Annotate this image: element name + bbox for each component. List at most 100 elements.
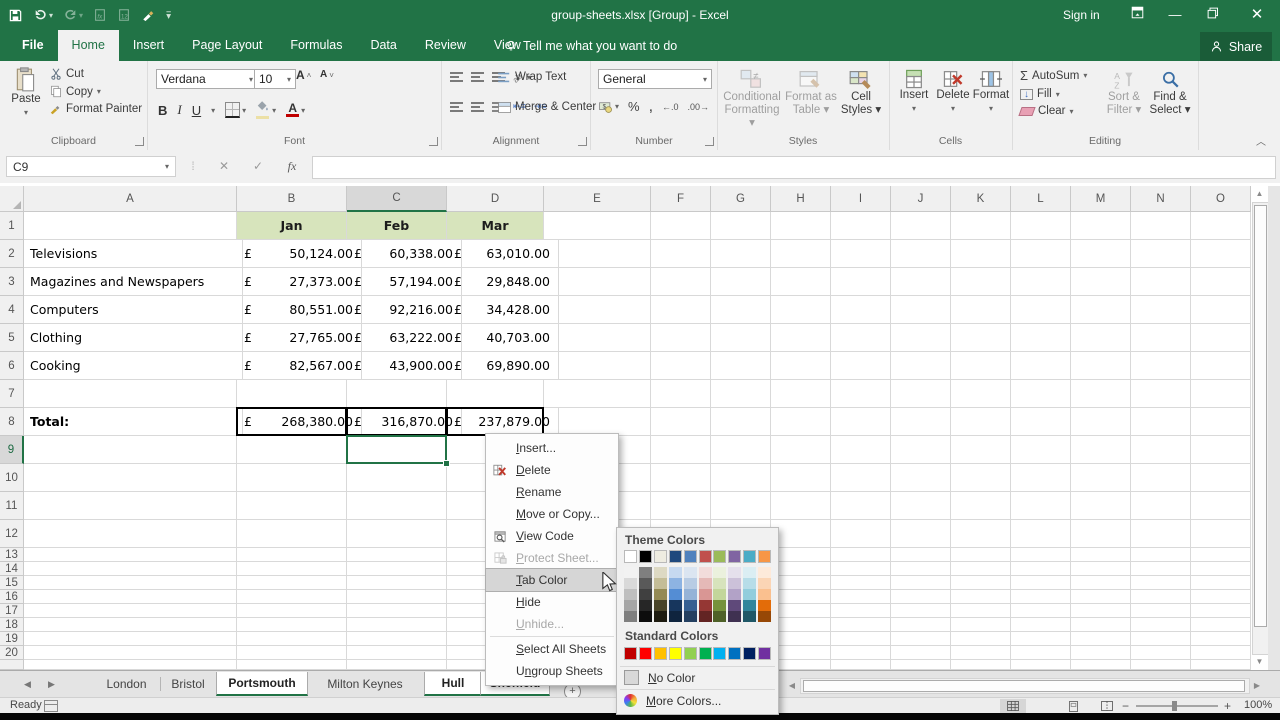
cell-B9[interactable]	[237, 436, 347, 464]
cell-N[interactable]	[1131, 660, 1191, 670]
cell-J14[interactable]	[891, 562, 951, 576]
cell-A13[interactable]	[24, 548, 237, 562]
cell-C1[interactable]: Feb	[347, 212, 447, 240]
increase-decimal-button[interactable]: ←.0	[662, 102, 679, 112]
cell-F8[interactable]	[651, 408, 711, 436]
sheet-nav-right-icon[interactable]: ▶	[48, 679, 55, 690]
theme-color-shade-orange-2[interactable]	[758, 578, 771, 589]
cell-A3[interactable]: Magazines and Newspapers	[24, 268, 243, 296]
theme-color-shade-dark-blue-3[interactable]	[669, 589, 682, 600]
cell-L16[interactable]	[1011, 590, 1071, 604]
cell-I8[interactable]	[831, 408, 891, 436]
cell-F2[interactable]	[651, 240, 711, 268]
tell-me-box[interactable]: Tell me what you want to do	[505, 30, 677, 61]
cell-D8[interactable]: £237,879.00	[447, 408, 559, 436]
borders-button[interactable]: ▾	[225, 102, 246, 118]
increase-font-size-button[interactable]: A˄	[296, 70, 311, 80]
row-header-4[interactable]: 4	[0, 296, 24, 324]
cell-J2[interactable]	[891, 240, 951, 268]
cell-K11[interactable]	[951, 492, 1011, 520]
cell-C9[interactable]	[347, 436, 447, 464]
cell-O2[interactable]	[1191, 240, 1251, 268]
theme-color-shade-white-2[interactable]	[624, 578, 637, 589]
standard-color-swatch-1[interactable]	[624, 647, 637, 660]
cell-G3[interactable]	[711, 268, 771, 296]
cell-C14[interactable]	[347, 562, 447, 576]
sheet-nav-left-icon[interactable]: ◀	[24, 679, 31, 690]
cell-N18[interactable]	[1131, 618, 1191, 632]
cell-H16[interactable]	[771, 590, 831, 604]
row-header-2[interactable]: 2	[0, 240, 24, 268]
cell-B11[interactable]	[237, 492, 347, 520]
cell-I6[interactable]	[831, 352, 891, 380]
standard-color-swatch-2[interactable]	[639, 647, 652, 660]
number-dialog-launcher[interactable]	[705, 137, 714, 146]
theme-color-shade-olive-green-5[interactable]	[713, 611, 726, 622]
cell-C10[interactable]	[347, 464, 447, 492]
theme-color-shade-tan-1[interactable]	[654, 567, 667, 578]
alignment-dialog-launcher[interactable]	[578, 137, 587, 146]
cell-C6[interactable]: £43,900.00	[347, 352, 462, 380]
row-header-18[interactable]: 18	[0, 618, 24, 632]
page-layout-view-icon[interactable]	[1060, 699, 1086, 713]
cell-O1[interactable]	[1191, 212, 1251, 240]
cell-J16[interactable]	[891, 590, 951, 604]
zoom-slider-thumb[interactable]	[1172, 701, 1177, 711]
context-menu-item-insert[interactable]: Insert...	[486, 437, 618, 459]
cell-N14[interactable]	[1131, 562, 1191, 576]
cell-I16[interactable]	[831, 590, 891, 604]
cell-B16[interactable]	[237, 590, 347, 604]
cell-N3[interactable]	[1131, 268, 1191, 296]
cell-J18[interactable]	[891, 618, 951, 632]
theme-color-shade-orange-1[interactable]	[758, 567, 771, 578]
zoom-level[interactable]: 100%	[1244, 699, 1272, 711]
cell-J4[interactable]	[891, 296, 951, 324]
cell-D6[interactable]: £69,890.00	[447, 352, 559, 380]
cell-J10[interactable]	[891, 464, 951, 492]
cell-M9[interactable]	[1071, 436, 1131, 464]
cell-G4[interactable]	[711, 296, 771, 324]
cell-N20[interactable]	[1131, 646, 1191, 660]
share-button[interactable]: Share	[1200, 32, 1272, 61]
cell-N12[interactable]	[1131, 520, 1191, 548]
cell-M19[interactable]	[1071, 632, 1131, 646]
cell-N2[interactable]	[1131, 240, 1191, 268]
macro-record-icon[interactable]	[44, 700, 58, 712]
decrease-font-size-button[interactable]: A˅	[320, 70, 334, 80]
zoom-in-button[interactable]: +	[1224, 699, 1231, 713]
theme-color-swatch-tan[interactable]	[654, 550, 667, 563]
theme-color-shade-white-4[interactable]	[624, 600, 637, 611]
cell-C8[interactable]: £316,870.00	[347, 408, 462, 436]
theme-color-shade-dark-blue-2[interactable]	[669, 578, 682, 589]
decrease-decimal-button[interactable]: .00→	[688, 102, 710, 112]
cell-F3[interactable]	[651, 268, 711, 296]
page-break-view-icon[interactable]	[1094, 699, 1120, 713]
cell-G10[interactable]	[711, 464, 771, 492]
cell-K19[interactable]	[951, 632, 1011, 646]
cell-C12[interactable]	[347, 520, 447, 548]
theme-color-shade-blue-1[interactable]	[684, 567, 697, 578]
cell-L4[interactable]	[1011, 296, 1071, 324]
cell-I18[interactable]	[831, 618, 891, 632]
cell-F6[interactable]	[651, 352, 711, 380]
theme-color-swatch-black[interactable]	[639, 550, 652, 563]
fill-button[interactable]: ↓Fill▾	[1020, 88, 1087, 100]
cell-G9[interactable]	[711, 436, 771, 464]
cell-N10[interactable]	[1131, 464, 1191, 492]
cell-I10[interactable]	[831, 464, 891, 492]
row-header-1[interactable]: 1	[0, 212, 24, 240]
cell-L20[interactable]	[1011, 646, 1071, 660]
cell-B20[interactable]	[237, 646, 347, 660]
cell-N1[interactable]	[1131, 212, 1191, 240]
cell-J5[interactable]	[891, 324, 951, 352]
cell-G2[interactable]	[711, 240, 771, 268]
cell-N5[interactable]	[1131, 324, 1191, 352]
font-size-combo[interactable]: 10▾	[254, 69, 296, 89]
no-color-item[interactable]: No Color	[617, 668, 776, 687]
cut-button[interactable]: Cut	[50, 68, 142, 80]
row-header-21[interactable]	[0, 660, 24, 670]
theme-color-swatch-white[interactable]	[624, 550, 637, 563]
select-all-button[interactable]	[0, 186, 24, 212]
cell-M11[interactable]	[1071, 492, 1131, 520]
cell-O18[interactable]	[1191, 618, 1251, 632]
